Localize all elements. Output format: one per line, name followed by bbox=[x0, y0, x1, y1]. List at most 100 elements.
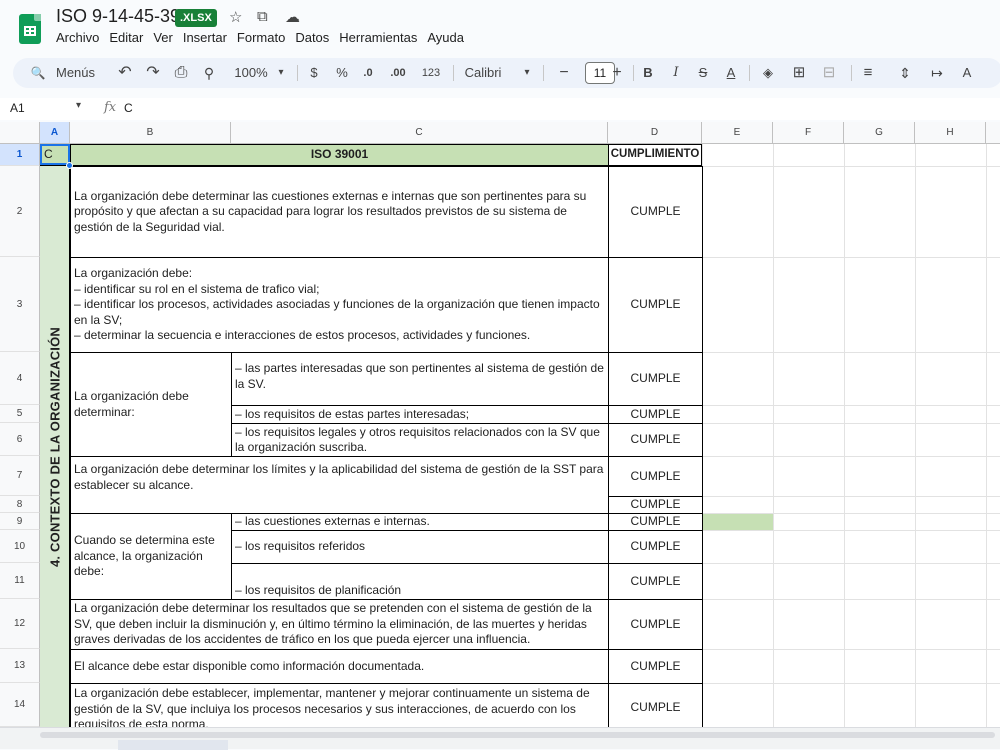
menu-ver[interactable]: Ver bbox=[153, 30, 173, 48]
decrease-font-size-button[interactable]: − bbox=[554, 58, 574, 88]
cell-status-9[interactable]: CUMPLE bbox=[608, 513, 703, 531]
cell-requirement-6[interactable]: – los requisitos legales y otros requisi… bbox=[231, 423, 609, 457]
row-header-11[interactable]: 11 bbox=[0, 563, 40, 599]
chevron-down-icon[interactable]: ▾ bbox=[275, 58, 287, 88]
cell-requirement-3[interactable]: La organización debe: – identificar su r… bbox=[70, 257, 609, 353]
cell-requirement-10[interactable]: – los requisitos referidos bbox=[231, 530, 609, 564]
sheets-logo-icon[interactable] bbox=[19, 14, 41, 44]
column-header-a[interactable]: A bbox=[40, 122, 70, 144]
column-header-d[interactable]: D bbox=[608, 122, 702, 144]
horizontal-scrollbar[interactable] bbox=[0, 727, 1000, 750]
cell-status-3[interactable]: CUMPLE bbox=[608, 257, 703, 353]
cloud-status-icon[interactable]: ☁ bbox=[285, 8, 300, 26]
currency-format-button[interactable]: $ bbox=[307, 58, 321, 88]
cell-status-5[interactable]: CUMPLE bbox=[608, 405, 703, 424]
horizontal-align-icon[interactable]: ≡ bbox=[859, 58, 877, 88]
redo-icon[interactable]: ↷ bbox=[144, 58, 162, 88]
strikethrough-button[interactable]: S bbox=[695, 58, 711, 88]
cell-status-6[interactable]: CUMPLE bbox=[608, 423, 703, 457]
cell-requirement-14[interactable]: La organización debe establecer, impleme… bbox=[70, 683, 609, 727]
bold-button[interactable]: B bbox=[640, 58, 656, 88]
cell-status-8[interactable]: CUMPLE bbox=[608, 496, 703, 514]
search-icon[interactable]: 🔍 bbox=[29, 58, 47, 88]
column-header-h[interactable]: H bbox=[915, 122, 986, 144]
row-header-13[interactable]: 13 bbox=[0, 649, 40, 683]
document-title[interactable]: ISO 9-14-45-39 bbox=[56, 6, 180, 27]
row-header-7[interactable]: 7 bbox=[0, 456, 40, 496]
text-wrapping-icon[interactable]: ↦ bbox=[928, 58, 946, 88]
column-header-e[interactable]: E bbox=[702, 122, 773, 144]
fill-handle[interactable] bbox=[66, 162, 73, 169]
column-header-c[interactable]: C bbox=[231, 122, 608, 144]
cell-requirement-11[interactable]: – los requisitos de planificación bbox=[231, 563, 609, 600]
cell-status-7[interactable]: CUMPLE bbox=[608, 456, 703, 497]
menu-archivo[interactable]: Archivo bbox=[56, 30, 99, 48]
vertical-align-icon[interactable]: ⇕ bbox=[896, 58, 914, 88]
row-header-8[interactable]: 8 bbox=[0, 496, 40, 513]
cell-requirement-5[interactable]: – los requisitos de estas partes interes… bbox=[231, 405, 609, 424]
row-header-3[interactable]: 3 bbox=[0, 257, 40, 352]
decrease-decimal-button[interactable]: .0 bbox=[358, 58, 378, 88]
cell-status-11[interactable]: CUMPLE bbox=[608, 563, 703, 600]
cell-requirement-7[interactable]: La organización debe determinar los lími… bbox=[70, 456, 609, 514]
zoom-select[interactable]: 100% bbox=[229, 58, 273, 88]
cell-requirement-13[interactable]: El alcance debe estar disponible como in… bbox=[70, 649, 609, 684]
row-header-5[interactable]: 5 bbox=[0, 405, 40, 423]
cell-status-13[interactable]: CUMPLE bbox=[608, 649, 703, 684]
menu-datos[interactable]: Datos bbox=[295, 30, 329, 48]
borders-icon[interactable]: ⊞ bbox=[790, 58, 808, 88]
undo-icon[interactable]: ↶ bbox=[116, 58, 134, 88]
italic-button[interactable]: I bbox=[668, 58, 684, 88]
print-icon[interactable]: ⎙ bbox=[172, 58, 190, 88]
cell-status-14[interactable]: CUMPLE bbox=[608, 683, 703, 727]
font-family-select[interactable]: Calibri bbox=[459, 58, 507, 88]
column-header-more[interactable] bbox=[986, 122, 1000, 144]
column-header-b[interactable]: B bbox=[70, 122, 231, 144]
percent-format-button[interactable]: % bbox=[335, 58, 349, 88]
text-rotation-icon[interactable]: A bbox=[958, 58, 976, 88]
section-label-cell[interactable]: 4. CONTEXTO DE LA ORGANIZACIÓN bbox=[40, 166, 70, 727]
fill-color-icon[interactable]: ◈ bbox=[759, 58, 777, 88]
cell-status-2[interactable]: CUMPLE bbox=[608, 166, 703, 258]
row-header-10[interactable]: 10 bbox=[0, 530, 40, 563]
cell-requirement-2[interactable]: La organización debe determinar las cues… bbox=[70, 166, 609, 258]
cell-status-4[interactable]: CUMPLE bbox=[608, 352, 703, 406]
paint-format-icon[interactable]: ⚲ bbox=[200, 58, 218, 88]
cell-title-iso[interactable]: ISO 39001 bbox=[70, 144, 609, 166]
increase-decimal-button[interactable]: .00 bbox=[386, 58, 410, 88]
cell-requirement-4[interactable]: – las partes interesadas que son pertine… bbox=[231, 352, 609, 406]
row-header-6[interactable]: 6 bbox=[0, 423, 40, 456]
cell-header-compliance[interactable]: CUMPLIMIENTO bbox=[608, 144, 702, 166]
menu-insertar[interactable]: Insertar bbox=[183, 30, 227, 48]
row-header-9[interactable]: 9 bbox=[0, 513, 40, 530]
chevron-down-icon[interactable]: ▾ bbox=[76, 100, 81, 111]
more-formats-button[interactable]: 123 bbox=[419, 58, 443, 88]
row-header-14[interactable]: 14 bbox=[0, 683, 40, 727]
scrollbar-thumb[interactable] bbox=[40, 732, 995, 738]
cell-requirement-12[interactable]: La organización debe determinar los resu… bbox=[70, 599, 609, 650]
text-color-button[interactable]: A bbox=[723, 58, 739, 88]
cell-e9-highlight[interactable] bbox=[703, 514, 773, 530]
menu-herramientas[interactable]: Herramientas bbox=[339, 30, 417, 48]
cell-merged-9-11[interactable]: Cuando se determina este alcance, la org… bbox=[70, 513, 232, 600]
row-header-4[interactable]: 4 bbox=[0, 352, 40, 405]
menu-editar[interactable]: Editar bbox=[109, 30, 143, 48]
cell-status-10[interactable]: CUMPLE bbox=[608, 530, 703, 564]
increase-font-size-button[interactable]: + bbox=[607, 58, 627, 88]
name-box[interactable]: A1 bbox=[10, 101, 25, 115]
cell-requirement-9[interactable]: – las cuestiones externas e internas. bbox=[231, 513, 609, 531]
row-header-2[interactable]: 2 bbox=[0, 166, 40, 257]
menu-formato[interactable]: Formato bbox=[237, 30, 285, 48]
column-header-g[interactable]: G bbox=[844, 122, 915, 144]
cell-status-12[interactable]: CUMPLE bbox=[608, 599, 703, 650]
merge-cells-icon[interactable]: ⊟ bbox=[820, 58, 838, 88]
star-icon[interactable]: ☆ bbox=[229, 8, 242, 26]
row-header-1[interactable]: 1 bbox=[0, 144, 40, 166]
cell-merged-4-6[interactable]: La organización debe determinar: bbox=[70, 352, 232, 457]
chevron-down-icon[interactable]: ▾ bbox=[521, 58, 533, 88]
row-header-12[interactable]: 12 bbox=[0, 599, 40, 649]
column-header-f[interactable]: F bbox=[773, 122, 844, 144]
select-all-corner[interactable] bbox=[0, 122, 40, 144]
move-folder-icon[interactable]: ⧉ bbox=[257, 8, 268, 25]
formula-input[interactable]: C bbox=[124, 101, 133, 115]
